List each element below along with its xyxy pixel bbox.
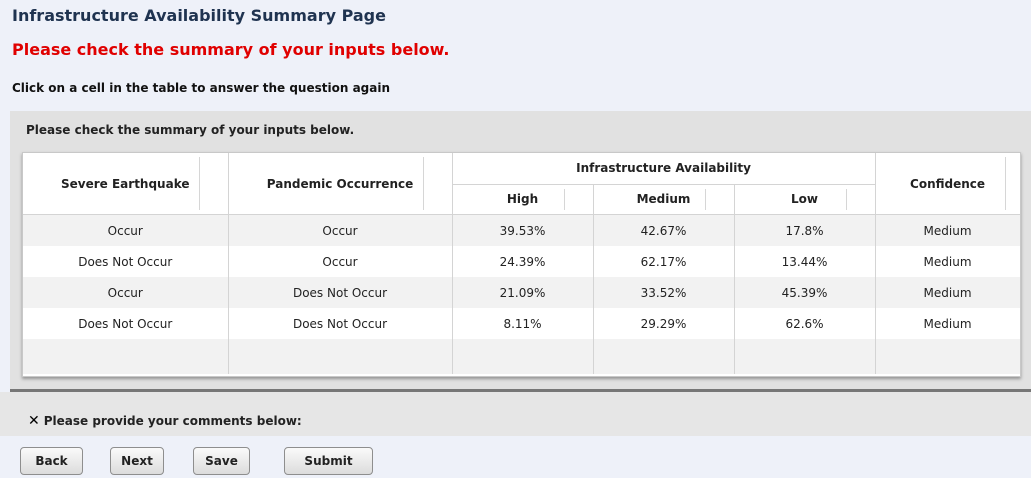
cell-pandemic[interactable]: Occur [228, 246, 453, 277]
table-row[interactable]: Occur Does Not Occur 21.09% 33.52% 45.39… [23, 277, 1020, 308]
column-separator [563, 188, 565, 210]
empty-row [23, 339, 1020, 374]
header-high-label: High [506, 192, 539, 207]
header-group-label: Infrastructure Availability [576, 161, 751, 176]
empty-cell [593, 339, 735, 374]
save-button[interactable]: Save [193, 447, 250, 475]
next-button[interactable]: Next [110, 447, 164, 475]
header-high[interactable]: High [452, 184, 594, 216]
x-icon: ✕ [28, 413, 40, 429]
column-separator [704, 188, 706, 210]
empty-cell [23, 339, 229, 374]
cell-earthquake[interactable]: Occur [23, 214, 229, 246]
table-row[interactable]: Does Not Occur Occur 24.39% 62.17% 13.44… [23, 246, 1020, 277]
column-separator [845, 188, 847, 210]
cell-high[interactable]: 21.09% [452, 277, 594, 308]
header-medium[interactable]: Medium [593, 184, 735, 216]
empty-cell [875, 339, 1020, 374]
back-button[interactable]: Back [20, 447, 83, 475]
empty-cell [228, 339, 453, 374]
summary-panel: Please check the summary of your inputs … [10, 111, 1031, 392]
cell-confidence[interactable]: Medium [875, 308, 1020, 339]
header-low[interactable]: Low [734, 184, 876, 216]
comments-label: Please provide your comments below: [43, 414, 302, 428]
header-severe-earthquake[interactable]: Severe Earthquake [23, 153, 229, 215]
header-pandemic-occurrence-label: Pandemic Occurrence [266, 176, 414, 191]
table-row[interactable]: Occur Occur 39.53% 42.67% 17.8% Medium [23, 214, 1020, 246]
notice-text: Please check the summary of your inputs … [12, 40, 450, 59]
header-low-label: Low [791, 192, 818, 207]
panel-header: Please check the summary of your inputs … [26, 123, 355, 137]
cell-medium[interactable]: 33.52% [593, 277, 735, 308]
cell-earthquake[interactable]: Occur [23, 277, 229, 308]
comments-section[interactable]: ✕ Please provide your comments below: [0, 392, 1031, 436]
cell-low[interactable]: 45.39% [734, 277, 876, 308]
cell-pandemic[interactable]: Does Not Occur [228, 308, 453, 339]
empty-cell [452, 339, 594, 374]
cell-earthquake[interactable]: Does Not Occur [23, 308, 229, 339]
empty-cell [734, 339, 876, 374]
summary-table: Severe Earthquake Pandemic Occurrence In… [23, 153, 1020, 374]
cell-low[interactable]: 17.8% [734, 214, 876, 246]
header-medium-label: Medium [636, 192, 691, 207]
page-title: Infrastructure Availability Summary Page [12, 6, 386, 25]
column-separator [422, 157, 424, 210]
table-row[interactable]: Does Not Occur Does Not Occur 8.11% 29.2… [23, 308, 1020, 339]
cell-medium[interactable]: 42.67% [593, 214, 735, 246]
cell-pandemic[interactable]: Occur [228, 214, 453, 246]
cell-confidence[interactable]: Medium [875, 246, 1020, 277]
cell-high[interactable]: 8.11% [452, 308, 594, 339]
submit-button[interactable]: Submit [284, 447, 373, 475]
summary-table-container: Severe Earthquake Pandemic Occurrence In… [22, 152, 1021, 377]
cell-low[interactable]: 62.6% [734, 308, 876, 339]
header-pandemic-occurrence[interactable]: Pandemic Occurrence [228, 153, 453, 215]
cell-high[interactable]: 39.53% [452, 214, 594, 246]
cell-low[interactable]: 13.44% [734, 246, 876, 277]
cell-earthquake[interactable]: Does Not Occur [23, 246, 229, 277]
header-severe-earthquake-label: Severe Earthquake [61, 176, 190, 191]
column-separator [198, 157, 200, 210]
cell-confidence[interactable]: Medium [875, 277, 1020, 308]
cell-medium[interactable]: 29.29% [593, 308, 735, 339]
cell-pandemic[interactable]: Does Not Occur [228, 277, 453, 308]
header-confidence[interactable]: Confidence [875, 153, 1020, 215]
cell-medium[interactable]: 62.17% [593, 246, 735, 277]
comments-toggle[interactable]: ✕ Please provide your comments below: [28, 413, 302, 429]
cell-confidence[interactable]: Medium [875, 214, 1020, 246]
header-confidence-label: Confidence [910, 176, 986, 191]
cell-high[interactable]: 24.39% [452, 246, 594, 277]
header-infrastructure-availability: Infrastructure Availability [452, 153, 876, 185]
instruction-text: Click on a cell in the table to answer t… [12, 81, 391, 95]
column-separator [1004, 157, 1006, 210]
